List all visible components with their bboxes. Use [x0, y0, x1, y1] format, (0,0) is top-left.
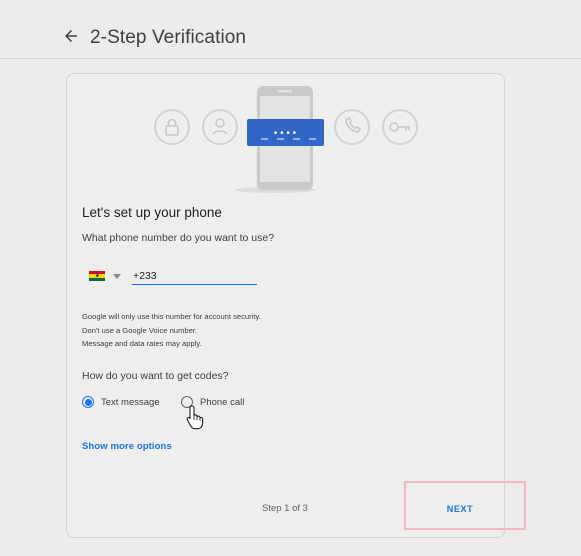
step-indicator: Step 1 of 3 — [262, 503, 308, 514]
chevron-down-icon — [113, 274, 121, 279]
arrow-left-icon[interactable] — [62, 27, 80, 45]
codes-question: How do you want to get codes? — [82, 370, 229, 382]
setup-card: • • • • Let's set up your phone What pho… — [66, 73, 505, 538]
hand-cursor-icon — [186, 405, 204, 430]
phone-question: What phone number do you want to use? — [82, 232, 275, 244]
password-dots: • • • • — [274, 128, 297, 139]
radio-dot — [85, 399, 92, 406]
lock-icon — [154, 109, 190, 145]
country-selector[interactable]: ★ — [89, 268, 127, 284]
show-more-options-link[interactable]: Show more options — [82, 441, 172, 452]
phone-icon — [334, 109, 370, 145]
ghana-flag-icon: ★ — [89, 271, 105, 281]
disclaimer-line: Google will only use this number for acc… — [82, 312, 261, 321]
disclaimer-line: Don't use a Google Voice number. — [82, 325, 198, 335]
phone-illustration: • • • • — [154, 86, 418, 193]
disclaimer-line: Message and data rates may apply. — [82, 339, 202, 348]
highlight-box — [404, 481, 526, 530]
page-header: 2-Step Verification — [0, 0, 581, 59]
radio-label: Phone call — [200, 397, 245, 408]
radio-label: Text message — [101, 397, 160, 408]
page-title: 2-Step Verification — [90, 27, 247, 48]
phone-number-input[interactable] — [132, 267, 257, 285]
disclaimer: Google will only use this number for acc… — [82, 310, 261, 351]
setup-heading: Let's set up your phone — [82, 205, 222, 220]
